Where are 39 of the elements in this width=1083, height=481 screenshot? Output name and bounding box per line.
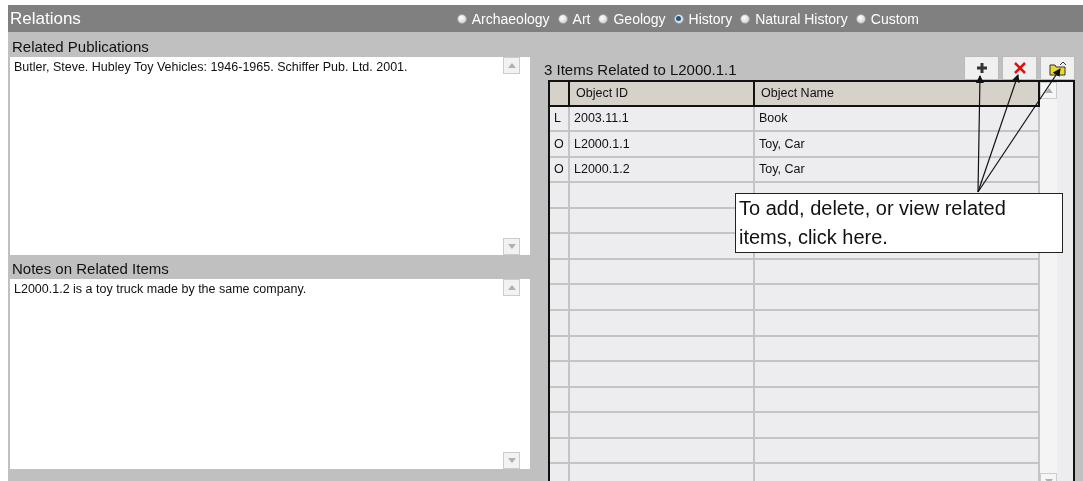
grid-title: 3 Items Related to L2000.1.1	[544, 61, 738, 80]
table-cell: O	[550, 131, 569, 157]
add-button[interactable]	[964, 56, 999, 80]
table-cell: L2000.1.1	[569, 131, 754, 157]
table-cell: Book	[754, 105, 1039, 132]
radio-button-icon[interactable]	[855, 13, 866, 24]
table-cell: 2003.11.1	[569, 105, 754, 132]
section-title: Relations	[10, 8, 82, 29]
delete-icon	[1012, 61, 1027, 75]
field-label: Notes on Related Items	[11, 259, 170, 279]
scroll-up-icon[interactable]	[1043, 87, 1054, 94]
callout-box: To add, delete, or view related items, click here.	[735, 193, 1063, 253]
open-button[interactable]	[1040, 56, 1075, 80]
scroll-down-icon[interactable]	[506, 457, 517, 464]
table-cell: L2000.1.2	[569, 156, 754, 183]
table-cell: O	[550, 156, 569, 183]
table-cell: Toy, Car	[754, 156, 1039, 183]
column-header[interactable]: Object Name	[754, 82, 1039, 106]
table-cell: Toy, Car	[754, 131, 1039, 157]
radio-button-icon[interactable]	[557, 13, 568, 24]
discipline-radio[interactable]: Natural History	[740, 10, 848, 27]
column-header[interactable]: Object ID	[569, 82, 754, 106]
text-area[interactable]: Butler, Steve. Hubley Toy Vehicles: 1946-1965. Schiffer Pub. Ltd. 2001.	[10, 57, 530, 255]
radio-button-icon[interactable]	[456, 13, 467, 24]
field-label: Related Publications	[11, 37, 150, 57]
radio-button-icon[interactable]	[598, 13, 609, 24]
folder-icon	[1048, 60, 1067, 76]
delete-button[interactable]	[1002, 56, 1037, 80]
radio-button-icon[interactable]	[740, 13, 751, 24]
discipline-radio[interactable]: Archaeology	[456, 10, 550, 27]
discipline-radio[interactable]: Art	[557, 10, 591, 27]
discipline-radio[interactable]: Geology	[598, 10, 666, 27]
radio-button-icon[interactable]	[673, 13, 684, 24]
text-area[interactable]: L2000.1.2 is a toy truck made by the same company.	[10, 279, 530, 469]
discipline-radio[interactable]: Custom	[855, 10, 919, 27]
plus-icon	[976, 63, 987, 73]
scroll-down-icon[interactable]	[506, 243, 517, 250]
discipline-radio[interactable]: History	[673, 10, 733, 27]
table-cell: L	[550, 105, 569, 132]
